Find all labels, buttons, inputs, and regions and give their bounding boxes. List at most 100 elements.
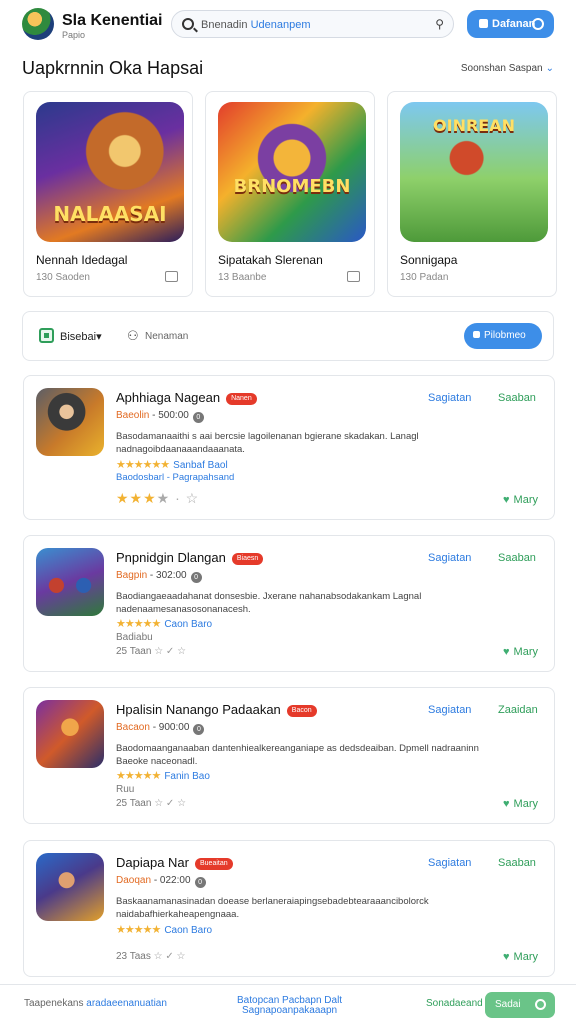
toggle-icon	[535, 999, 546, 1010]
filter-apply-button[interactable]: Pilobmeo	[464, 323, 542, 349]
app-action-secondary[interactable]: Zaaidan	[498, 704, 538, 716]
app-thumbnail[interactable]	[36, 388, 104, 456]
bottom-bar: Taapenekans aradaeenanuatian Batopcan Pa…	[0, 984, 576, 1024]
app-action-primary[interactable]: Sagiatan	[428, 857, 471, 869]
filter-bar: Bisebai▾ ⚇ Nenaman Pilobmeo	[22, 311, 554, 361]
app-meta: 25 Taan ☆ ✓ ☆	[116, 798, 187, 809]
featured-card[interactable]: NALAASAI Nennah Idedagal 130 Saoden	[23, 91, 193, 297]
bottom-action-button[interactable]: Sadai	[485, 992, 555, 1018]
section-see-all-link[interactable]: Soonshan Saspan ⌄	[461, 63, 554, 74]
app-thumbnail[interactable]	[36, 853, 104, 921]
image-icon[interactable]	[165, 271, 178, 282]
featured-name: Sonnigapa	[400, 253, 458, 267]
lock-icon	[473, 331, 480, 338]
star-outline-icon: ☆ ✓ ☆	[154, 798, 187, 809]
artwork-title: BRNOMEBN	[233, 176, 351, 197]
featured-artwork: OINREAN	[400, 102, 548, 242]
app-more-button[interactable]: ♥ Mary	[503, 798, 538, 810]
bottom-right-link[interactable]: Sonadaeand	[426, 998, 483, 1009]
app-subtitle: Daoqan - 022:00 0	[116, 875, 206, 888]
heart-icon: ♥	[503, 798, 510, 810]
app-thumbnail[interactable]	[36, 700, 104, 768]
app-description: Baskaanamanasinadan doease berlaneraiapi…	[116, 896, 429, 920]
app-stars-row: ★★★★★ Caon Baro	[116, 618, 213, 630]
app-more-button[interactable]: ♥ Mary	[503, 951, 538, 963]
star-outline-icon: ☆ ✓ ☆	[154, 646, 187, 657]
app-action-secondary[interactable]: Saaban	[498, 392, 536, 404]
search-icon	[182, 18, 194, 30]
app-title[interactable]: Dapiapa Nar Bueaitan	[116, 855, 233, 870]
featured-name: Nennah Idedagal	[36, 253, 128, 267]
app-action-secondary[interactable]: Saaban	[498, 857, 536, 869]
app-logo[interactable]	[22, 8, 54, 40]
app-description: Basodamanaaithi s aai bercsie lagoilenan…	[116, 431, 419, 455]
app-badge: Nanen	[226, 393, 257, 405]
count-icon: 0	[190, 572, 202, 583]
featured-artwork: NALAASAI	[36, 102, 184, 242]
featured-name: Sipatakah Slerenan	[218, 253, 323, 267]
app-thumbnail[interactable]	[36, 548, 104, 616]
app-link[interactable]: Ruu	[116, 784, 134, 795]
artwork-title: NALAASAI	[53, 202, 167, 226]
heart-icon: ♥	[503, 951, 510, 963]
app-card[interactable]: Pnpnidgin Dlangan Biaesn Bagpin - 302:00 0…	[23, 535, 555, 672]
app-action-secondary[interactable]: Saaban	[498, 552, 536, 564]
brand-subtitle: Papio	[62, 30, 86, 40]
chevron-down-icon: ⌄	[545, 63, 554, 74]
app-action-primary[interactable]: Sagiatan	[428, 704, 471, 716]
app-title[interactable]: Aphhiaga Nagean Nanen	[116, 390, 257, 405]
square-icon	[479, 19, 488, 28]
artwork-title: OINREAN	[433, 116, 515, 135]
app-action-primary[interactable]: Sagiatan	[428, 552, 471, 564]
search-input[interactable]: Bnenadin Udenanpem ⚲	[171, 10, 454, 38]
app-stars-row: ★★★★★ Fanin Bao	[116, 770, 210, 782]
count-icon: 0	[193, 724, 205, 735]
featured-artwork: BRNOMEBN	[218, 102, 366, 242]
header-action-button[interactable]: Dafanan	[467, 10, 554, 38]
featured-meta: 130 Padan	[400, 272, 449, 283]
app-description: Baodiangaeaadahanat donsesbie. Jxerane n…	[116, 591, 422, 615]
app-card[interactable]: Aphhiaga Nagean Nanen Baeolin - 500:00 0 B…	[23, 375, 555, 520]
brand-name: Sla Kenentiai	[62, 12, 163, 29]
bottom-center-line: Sagnapoanpakaaapn	[241, 1005, 338, 1016]
app-stars-row: ★★★★★★ Sanbaf Baol	[116, 459, 228, 471]
filter-icon[interactable]: ⚲	[435, 17, 444, 31]
grid-icon	[39, 328, 54, 343]
app-meta: 23 Taas ☆ ✓ ☆	[116, 951, 186, 962]
featured-card[interactable]: OINREAN Sonnigapa 130 Padan	[387, 91, 557, 297]
app-meta: 25 Taan ☆ ✓ ☆	[116, 646, 187, 657]
bottom-left-link[interactable]: Taapenekans aradaeenanuatian	[24, 998, 167, 1009]
count-icon: 0	[192, 412, 204, 423]
app-subtitle: Bagpin - 302:00 0	[116, 570, 202, 583]
bottom-center-link[interactable]: Batopcan Pacbapn Dalt Sagnapoanpakaaapn	[237, 996, 342, 1016]
category-dropdown[interactable]: Bisebai▾	[60, 330, 102, 343]
app-description: Baodomaanganaaban dantenhiealkereangania…	[116, 743, 479, 767]
app-card[interactable]: Dapiapa Nar Bueaitan Daoqan - 022:00 0 Bas…	[23, 840, 555, 977]
app-title[interactable]: Pnpnidgin Dlangan Biaesn	[116, 550, 264, 565]
sort-option[interactable]: Nenaman	[145, 331, 188, 342]
image-icon[interactable]	[347, 271, 360, 282]
app-subtitle: Bacaon - 900:00 0	[116, 722, 205, 735]
toggle-icon	[532, 18, 544, 30]
app-link[interactable]: Baodosbarl - Pagrapahsand	[116, 472, 234, 483]
star-rating-icon: ★★★★★	[116, 770, 161, 782]
app-header: Sla Kenentiai Papio Bnenadin Udenanpem ⚲…	[0, 0, 576, 50]
app-badge: Bacon	[286, 705, 317, 717]
user-rating[interactable]: ★★★★ · ☆	[116, 490, 199, 507]
star-rating-icon: ★★★★★★	[116, 459, 170, 471]
app-stars-row: ★★★★★ Caon Baro	[116, 924, 213, 936]
featured-meta: 13 Baanbe	[218, 272, 267, 283]
app-more-button[interactable]: ♥ Mary	[503, 646, 538, 658]
app-more-button[interactable]: ♥ Mary	[503, 494, 538, 506]
puzzle-icon: ⚇	[127, 328, 139, 343]
featured-card[interactable]: BRNOMEBN Sipatakah Slerenan 13 Baanbe	[205, 91, 375, 297]
app-action-primary[interactable]: Sagiatan	[428, 392, 471, 404]
app-title[interactable]: Hpalisin Nanango Padaakan Bacon	[116, 702, 317, 717]
app-card[interactable]: Hpalisin Nanango Padaakan Bacon Bacaon - …	[23, 687, 555, 824]
search-query: Bnenadin Udenanpem	[201, 19, 311, 31]
heart-icon: ♥	[503, 646, 510, 658]
app-link[interactable]: Badiabu	[116, 632, 153, 643]
star-rating-icon: ★★★★★	[116, 618, 161, 630]
featured-meta: 130 Saoden	[36, 272, 90, 283]
star-outline-icon: ☆ ✓ ☆	[153, 951, 186, 962]
